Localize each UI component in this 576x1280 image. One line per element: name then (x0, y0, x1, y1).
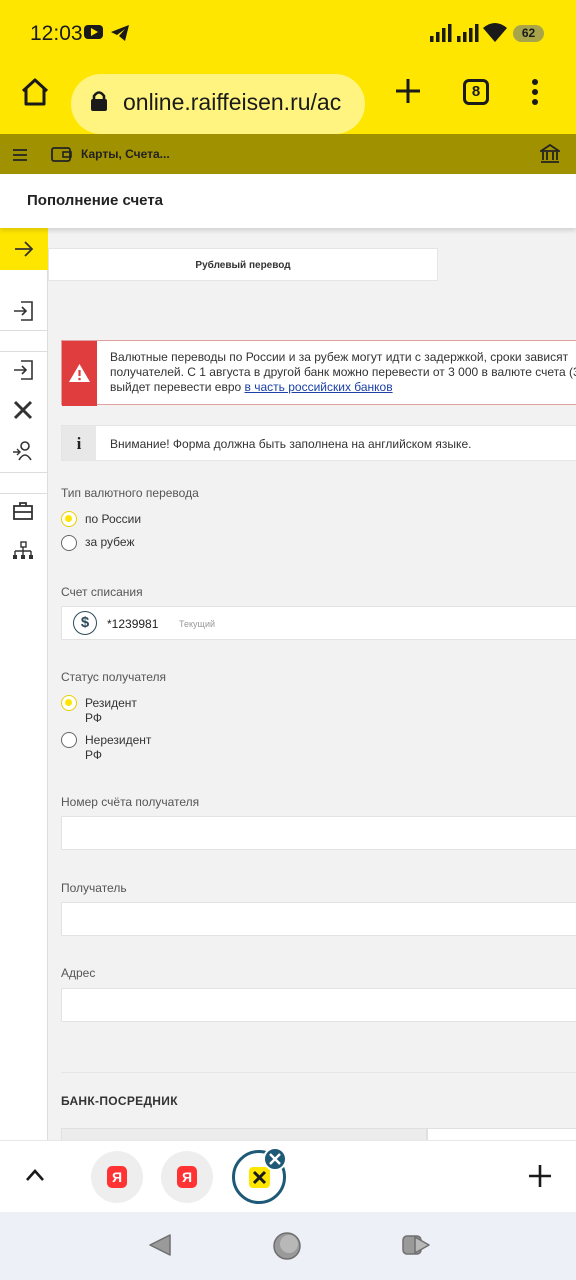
youtube-icon (84, 25, 103, 39)
recent-apps-icon[interactable] (401, 1232, 431, 1263)
recipient-label: Получатель (61, 881, 127, 895)
transfer-form: Рублевый перевод Валютные переводы по Ро… (48, 228, 576, 1140)
side-navigation (0, 228, 48, 1140)
more-menu-icon[interactable] (531, 79, 539, 110)
add-tab-icon[interactable] (527, 1163, 553, 1194)
radio-resident-label[interactable]: Резидент РФ (85, 696, 147, 726)
recipient-account-input[interactable] (61, 816, 576, 850)
info-text: Внимание! Форма должна быть заполнена на… (110, 437, 472, 451)
back-icon[interactable] (146, 1232, 174, 1263)
radio-resident[interactable] (61, 695, 77, 711)
account-number: *1239981 (107, 617, 159, 631)
address-input[interactable] (61, 988, 576, 1022)
arrow-right-icon (14, 240, 34, 263)
raiffeisen-logo-icon (249, 1167, 270, 1188)
radio-abroad-label[interactable]: за рубеж (85, 535, 135, 550)
radio-russia[interactable] (61, 511, 77, 527)
hamburger-menu-icon[interactable] (13, 148, 27, 166)
page-title: Пополнение счета (27, 192, 164, 209)
info-notice: i Внимание! Форма должна быть заполнена … (61, 425, 576, 461)
new-tab-icon[interactable] (393, 76, 423, 111)
tab-yandex[interactable]: Я (91, 1151, 143, 1203)
briefcase-icon[interactable] (12, 501, 34, 526)
bank-icon[interactable] (538, 143, 562, 169)
account-type: Текущий (179, 619, 215, 629)
chevron-up-icon[interactable] (25, 1168, 45, 1187)
url-text: online.raiffeisen.ru/ac (123, 89, 342, 115)
intermediary-bank-heading: БАНК-ПОСРЕДНИК (61, 1094, 178, 1108)
structure-icon[interactable] (12, 540, 34, 567)
recipient-status-label: Статус получателя (61, 670, 166, 684)
radio-nonresident-label[interactable]: Нерезидент РФ (85, 733, 163, 763)
debit-account-select[interactable]: $ *1239981 Текущий (61, 606, 576, 640)
transfer-type-label: Тип валютного перевода (61, 486, 199, 500)
address-label: Адрес (61, 966, 96, 980)
alert-text: Валютные переводы по России и за рубеж м… (110, 350, 576, 395)
page-header: Пополнение счета (0, 174, 576, 228)
divider (61, 1072, 576, 1073)
login-icon[interactable] (12, 359, 34, 386)
browser-tab-bar: Я Я (0, 1140, 576, 1212)
home-circle-icon[interactable] (272, 1231, 302, 1266)
status-bar: 12:03 62 (0, 0, 576, 66)
warning-alert: Валютные переводы по России и за рубеж м… (61, 340, 576, 406)
wifi-icon (483, 23, 507, 47)
radio-abroad[interactable] (61, 535, 77, 551)
signal-icon (430, 24, 452, 47)
battery-icon: 62 (513, 25, 544, 42)
close-tab-icon[interactable] (263, 1147, 287, 1171)
transfer-in-icon[interactable] (12, 300, 34, 327)
home-icon[interactable] (20, 78, 50, 111)
yandex-icon: Я (107, 1166, 127, 1188)
recipient-input[interactable] (61, 902, 576, 936)
system-navigation-bar (0, 1212, 576, 1280)
status-time: 12:03 (30, 22, 83, 45)
lock-icon (90, 90, 108, 117)
wallet-icon (51, 145, 73, 168)
info-icon: i (62, 426, 96, 460)
rail-item-expand[interactable] (0, 228, 48, 270)
alert-line: Валютные переводы по России и за рубеж м… (110, 350, 569, 364)
tab-yandex[interactable]: Я (161, 1151, 213, 1203)
recipient-account-label: Номер счёта получателя (61, 795, 200, 809)
raiffeisen-logo-icon[interactable] (12, 399, 34, 426)
intermediary-tab[interactable] (427, 1128, 576, 1140)
alert-line: получателей. С 1 августа в другой банк м… (110, 365, 576, 379)
browser-toolbar: online.raiffeisen.ru/ac 8 (0, 66, 576, 134)
intermediary-tab[interactable] (61, 1128, 427, 1140)
site-header: Карты, Счета... (0, 134, 576, 174)
tab-ruble-transfer[interactable]: Рублевый перевод (48, 248, 438, 281)
tab-switcher-button[interactable]: 8 (463, 79, 489, 105)
user-transfer-icon[interactable] (12, 440, 34, 467)
yandex-icon: Я (177, 1166, 197, 1188)
telegram-icon (110, 24, 130, 47)
radio-russia-label[interactable]: по России (85, 512, 141, 527)
dollar-icon: $ (73, 611, 97, 635)
signal-icon (457, 24, 479, 47)
alert-line: выйдет перевести евро (110, 380, 245, 394)
radio-nonresident[interactable] (61, 732, 77, 748)
warning-icon (62, 341, 97, 406)
address-bar[interactable]: online.raiffeisen.ru/ac (71, 74, 365, 134)
breadcrumb[interactable]: Карты, Счета... (81, 147, 170, 161)
russian-banks-link[interactable]: в часть российских банков (245, 380, 393, 394)
debit-account-label: Счет списания (61, 585, 143, 599)
